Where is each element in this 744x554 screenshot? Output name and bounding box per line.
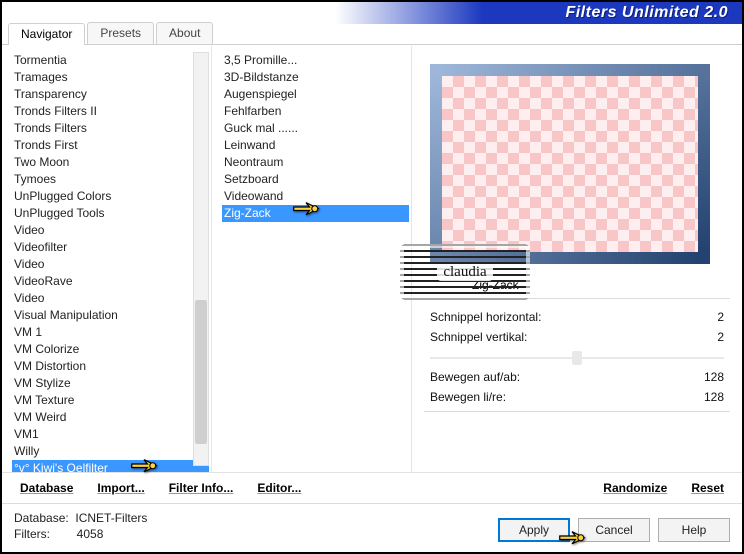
filter-item[interactable]: Augenspiegel [222,86,409,103]
category-item[interactable]: Transparency [12,86,209,103]
scroll-thumb[interactable] [195,300,207,444]
category-column: TormentiaTramagesTransparencyTronds Filt… [2,46,212,472]
filter-item[interactable]: Setzboard [222,171,409,188]
category-item[interactable]: Visual Manipulation [12,307,209,324]
help-button[interactable]: Help [658,518,730,542]
filter-item[interactable]: 3D-Bildstanze [222,69,409,86]
tab-strip: NavigatorPresetsAbout [2,22,742,45]
param-value: 2 [717,307,724,327]
param-value: 128 [704,387,724,407]
param-value: 2 [717,327,724,347]
category-item[interactable]: Willy [12,443,209,460]
param-value: 128 [704,367,724,387]
import-button[interactable]: Import... [97,481,144,495]
filter-column: 3,5 Promille...3D-BildstanzeAugenspiegel… [212,46,412,472]
selected-filter-name: Zig-Zack [472,278,742,292]
category-item[interactable]: UnPlugged Colors [12,188,209,205]
db-value: ICNET-Filters [75,511,147,525]
category-item[interactable]: Videofilter [12,239,209,256]
divider [424,411,730,412]
filter-item[interactable]: Guck mal ...... [222,120,409,137]
param-bewegen-aufab: Bewegen auf/ab: 128 [430,367,724,387]
tab-navigator[interactable]: Navigator [8,23,85,45]
preview-area [412,46,742,268]
database-button[interactable]: Database [20,481,73,495]
tab-presets[interactable]: Presets [87,22,154,44]
category-item[interactable]: Tramages [12,69,209,86]
param-label: Bewegen auf/ab: [430,367,520,387]
footer-buttons: Apply Cancel Help [498,518,730,542]
cancel-button[interactable]: Cancel [578,518,650,542]
filter-item[interactable]: Leinwand [222,137,409,154]
category-item[interactable]: Tronds Filters II [12,103,209,120]
filter-item[interactable]: Zig-Zack [222,205,409,222]
category-item[interactable]: Tronds First [12,137,209,154]
category-item[interactable]: °v° Kiwi's Oelfilter [12,460,209,472]
filter-info-button[interactable]: Filter Info... [169,481,234,495]
filter-item[interactable]: Fehlfarben [222,103,409,120]
filter-item[interactable]: Videowand [222,188,409,205]
category-item[interactable]: Tormentia [12,52,209,69]
preview-column: Zig-Zack Schnippel horizontal: 2 Schnipp… [412,46,742,472]
category-item[interactable]: UnPlugged Tools [12,205,209,222]
param-label: Schnippel vertikal: [430,327,527,347]
param-label: Schnippel horizontal: [430,307,541,327]
category-item[interactable]: Tymoes [12,171,209,188]
footer: Database: ICNET-Filters Filters: 4058 Ap… [2,503,742,552]
category-item[interactable]: VM Weird [12,409,209,426]
db-label: Database: [14,511,69,525]
param-schnippel-horizontal: Schnippel horizontal: 2 [430,307,724,327]
category-item[interactable]: Two Moon [12,154,209,171]
tab-about[interactable]: About [156,22,213,44]
main-content: TormentiaTramagesTransparencyTronds Filt… [2,45,742,472]
preview-image [430,64,710,264]
param-bewegen-lire: Bewegen li/re: 128 [430,387,724,407]
param-slider[interactable] [430,351,724,365]
category-item[interactable]: VM Colorize [12,341,209,358]
category-item[interactable]: VideoRave [12,273,209,290]
randomize-button[interactable]: Randomize [603,481,667,495]
category-item[interactable]: Video [12,290,209,307]
app-title: Filters Unlimited 2.0 [565,4,728,22]
category-item[interactable]: VM Stylize [12,375,209,392]
reset-button[interactable]: Reset [691,481,724,495]
category-item[interactable]: VM Texture [12,392,209,409]
category-item[interactable]: Video [12,256,209,273]
title-bar: Filters Unlimited 2.0 [2,2,742,24]
category-list[interactable]: TormentiaTramagesTransparencyTronds Filt… [2,46,211,472]
filter-list[interactable]: 3,5 Promille...3D-BildstanzeAugenspiegel… [212,46,411,472]
divider [424,298,730,299]
category-item[interactable]: VM Distortion [12,358,209,375]
parameter-panel: Schnippel horizontal: 2 Schnippel vertik… [412,301,742,409]
category-scrollbar[interactable] [193,52,209,466]
filters-label: Filters: [14,527,50,541]
category-item[interactable]: Video [12,222,209,239]
filter-item[interactable]: Neontraum [222,154,409,171]
footer-info: Database: ICNET-Filters Filters: 4058 [14,510,147,542]
param-label: Bewegen li/re: [430,387,506,407]
command-bar: Database Import... Filter Info... Editor… [2,472,742,503]
filters-count: 4058 [77,527,104,541]
apply-button[interactable]: Apply [498,518,570,542]
editor-button[interactable]: Editor... [257,481,301,495]
category-item[interactable]: VM1 [12,426,209,443]
filter-item[interactable]: 3,5 Promille... [222,52,409,69]
param-schnippel-vertikal: Schnippel vertikal: 2 [430,327,724,347]
category-item[interactable]: VM 1 [12,324,209,341]
category-item[interactable]: Tronds Filters [12,120,209,137]
